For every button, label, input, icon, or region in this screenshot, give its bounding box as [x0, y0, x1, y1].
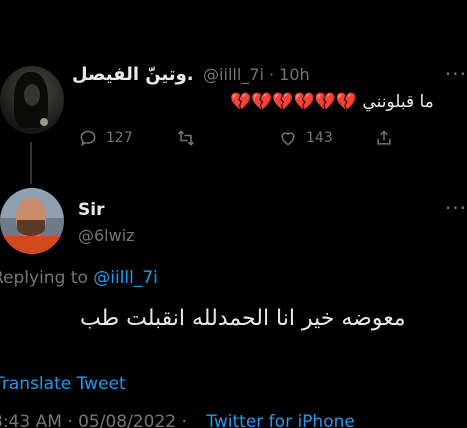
- display-name[interactable]: Sir: [78, 200, 104, 220]
- avatar-beard: [17, 220, 45, 236]
- like-count: 143: [306, 130, 333, 146]
- like-icon: [281, 132, 295, 146]
- share-icon: [377, 130, 391, 145]
- retweet-button[interactable]: [176, 128, 204, 148]
- more-icon[interactable]: ···: [445, 62, 467, 86]
- reply-count: 127: [106, 130, 133, 146]
- tweet-header: وتينّ الفيصل. @iilll_7i · 10h: [72, 64, 322, 85]
- tweet-footer: 8:43 AM · 05/08/2022 · Twitter for iPhon…: [0, 412, 355, 428]
- replying-handle-link[interactable]: @iilll_7i: [93, 268, 158, 288]
- thread-connector-line: [30, 142, 32, 184]
- tweet-thread-screen: وتينّ الفيصل. @iilll_7i · 10h ··· ما قبل…: [0, 0, 467, 428]
- timestamp[interactable]: 8:43 AM · 05/08/2022 ·: [0, 412, 187, 428]
- like-button[interactable]: 143: [278, 128, 333, 148]
- handle-and-time[interactable]: @iilll_7i · 10h: [203, 65, 310, 84]
- avatar[interactable]: [0, 66, 64, 134]
- retweet-icon: [177, 130, 195, 146]
- display-name[interactable]: وتينّ الفيصل.: [72, 64, 194, 85]
- reply-icon: [80, 130, 96, 147]
- avatar-highlight: [40, 118, 48, 126]
- tweet-text: ما قبلونني 💔💔💔💔💔💔: [230, 92, 434, 112]
- more-icon[interactable]: ···: [445, 196, 467, 220]
- avatar[interactable]: [0, 188, 64, 254]
- avatar-shirt: [0, 236, 64, 254]
- replying-to: Replying to @iilll_7i: [0, 268, 158, 288]
- avatar-face: [24, 84, 40, 106]
- tweet-text: معوضه خير انا الحمدلله انقبلت طب: [80, 306, 406, 331]
- share-button[interactable]: [374, 128, 402, 148]
- source-link[interactable]: Twitter for iPhone: [206, 412, 355, 428]
- tweet-actions: 127 143: [78, 128, 398, 152]
- translate-tweet-link[interactable]: Translate Tweet: [0, 374, 126, 394]
- replying-prefix: Replying to: [0, 268, 94, 288]
- handle[interactable]: @6lwiz: [78, 226, 135, 245]
- reply-button[interactable]: 127: [78, 128, 133, 148]
